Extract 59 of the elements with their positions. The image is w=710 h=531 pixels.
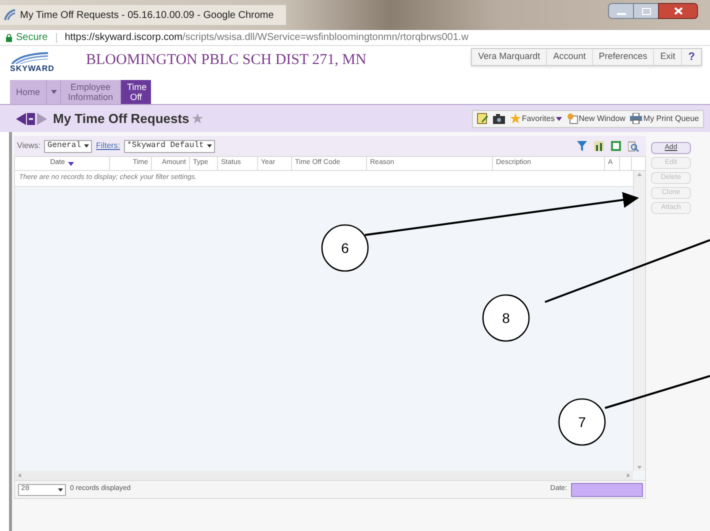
new-window-icon xyxy=(566,113,578,124)
dropdown-button[interactable] xyxy=(47,80,62,104)
skyward-logo: SKYWARD xyxy=(10,52,56,74)
filter-icon[interactable] xyxy=(577,141,587,151)
filter-select[interactable]: *Skyward Default xyxy=(124,140,215,152)
close-icon xyxy=(674,7,682,15)
spreadsheet-icon[interactable] xyxy=(611,141,621,151)
horizontal-scrollbar[interactable] xyxy=(15,471,633,480)
callout-circle xyxy=(558,398,606,446)
secure-label: Secure xyxy=(16,31,48,45)
caret-icon xyxy=(206,144,212,148)
nav-tab[interactable]: Home xyxy=(10,80,48,104)
filters-link[interactable]: Filters: xyxy=(96,140,120,152)
bar-chart-icon[interactable] xyxy=(594,141,604,151)
close-button[interactable] xyxy=(658,3,698,19)
header-link[interactable]: Account xyxy=(546,49,592,65)
caret-icon xyxy=(84,144,90,148)
callout-circle xyxy=(321,224,369,272)
camera-icon[interactable] xyxy=(492,114,505,124)
scroll-up-icon[interactable] xyxy=(637,173,642,176)
star-icon xyxy=(510,113,521,124)
nav-tab[interactable]: Time Off xyxy=(121,80,152,104)
vertical-scrollbar[interactable] xyxy=(633,171,645,471)
star-icon[interactable] xyxy=(192,113,204,124)
date-field[interactable] xyxy=(571,482,643,496)
header-link[interactable]: Exit xyxy=(653,49,682,65)
browser-tab-icon xyxy=(4,9,16,21)
minimize-button[interactable] xyxy=(608,3,634,19)
scroll-down-icon[interactable] xyxy=(637,466,642,469)
help-link[interactable]: ? xyxy=(681,49,701,65)
callout-number: 6 xyxy=(341,240,349,256)
views-label: Views: xyxy=(17,140,40,152)
callout-circle xyxy=(482,294,530,342)
district-name: BLOOMINGTON PBLC SCH DIST 271, MN xyxy=(86,51,366,70)
header-link[interactable]: Preferences xyxy=(592,49,654,65)
favorites-button[interactable]: Favorites xyxy=(510,112,562,124)
scroll-left-icon[interactable] xyxy=(18,473,21,478)
caret-icon xyxy=(58,488,63,492)
window-title: My Time Off Requests - 05.16.10.00.09 - Google Chrome xyxy=(20,8,274,22)
lock-icon xyxy=(6,34,12,42)
print-queue-button[interactable]: My Print Queue xyxy=(630,112,699,124)
caret-icon xyxy=(68,162,74,166)
caret-icon xyxy=(50,90,57,94)
magnifier-icon[interactable] xyxy=(628,140,639,152)
view-select[interactable]: General xyxy=(44,140,92,152)
scroll-right-icon[interactable] xyxy=(627,473,630,478)
header-link[interactable]: Vera Marquardt xyxy=(472,49,546,65)
callout-number: 8 xyxy=(502,310,510,326)
notepad-icon[interactable] xyxy=(476,113,488,124)
url-text[interactable]: https://skyward.iscorp.com/scripts/wsisa.dll/WService=wsfinbloomingtonmn/rtorqbrws001.w xyxy=(64,30,468,45)
callout-number: 7 xyxy=(578,414,586,430)
maximize-button[interactable] xyxy=(634,3,658,19)
bookmark-icon[interactable] xyxy=(27,112,35,124)
new-window-button[interactable]: New Window xyxy=(566,112,626,124)
caret-icon xyxy=(556,116,562,120)
printer-icon xyxy=(630,113,642,124)
page-title: My Time Off Requests xyxy=(53,110,190,128)
nav-tab[interactable]: Employee Information xyxy=(61,80,122,104)
back-arrow-icon[interactable] xyxy=(16,112,26,124)
